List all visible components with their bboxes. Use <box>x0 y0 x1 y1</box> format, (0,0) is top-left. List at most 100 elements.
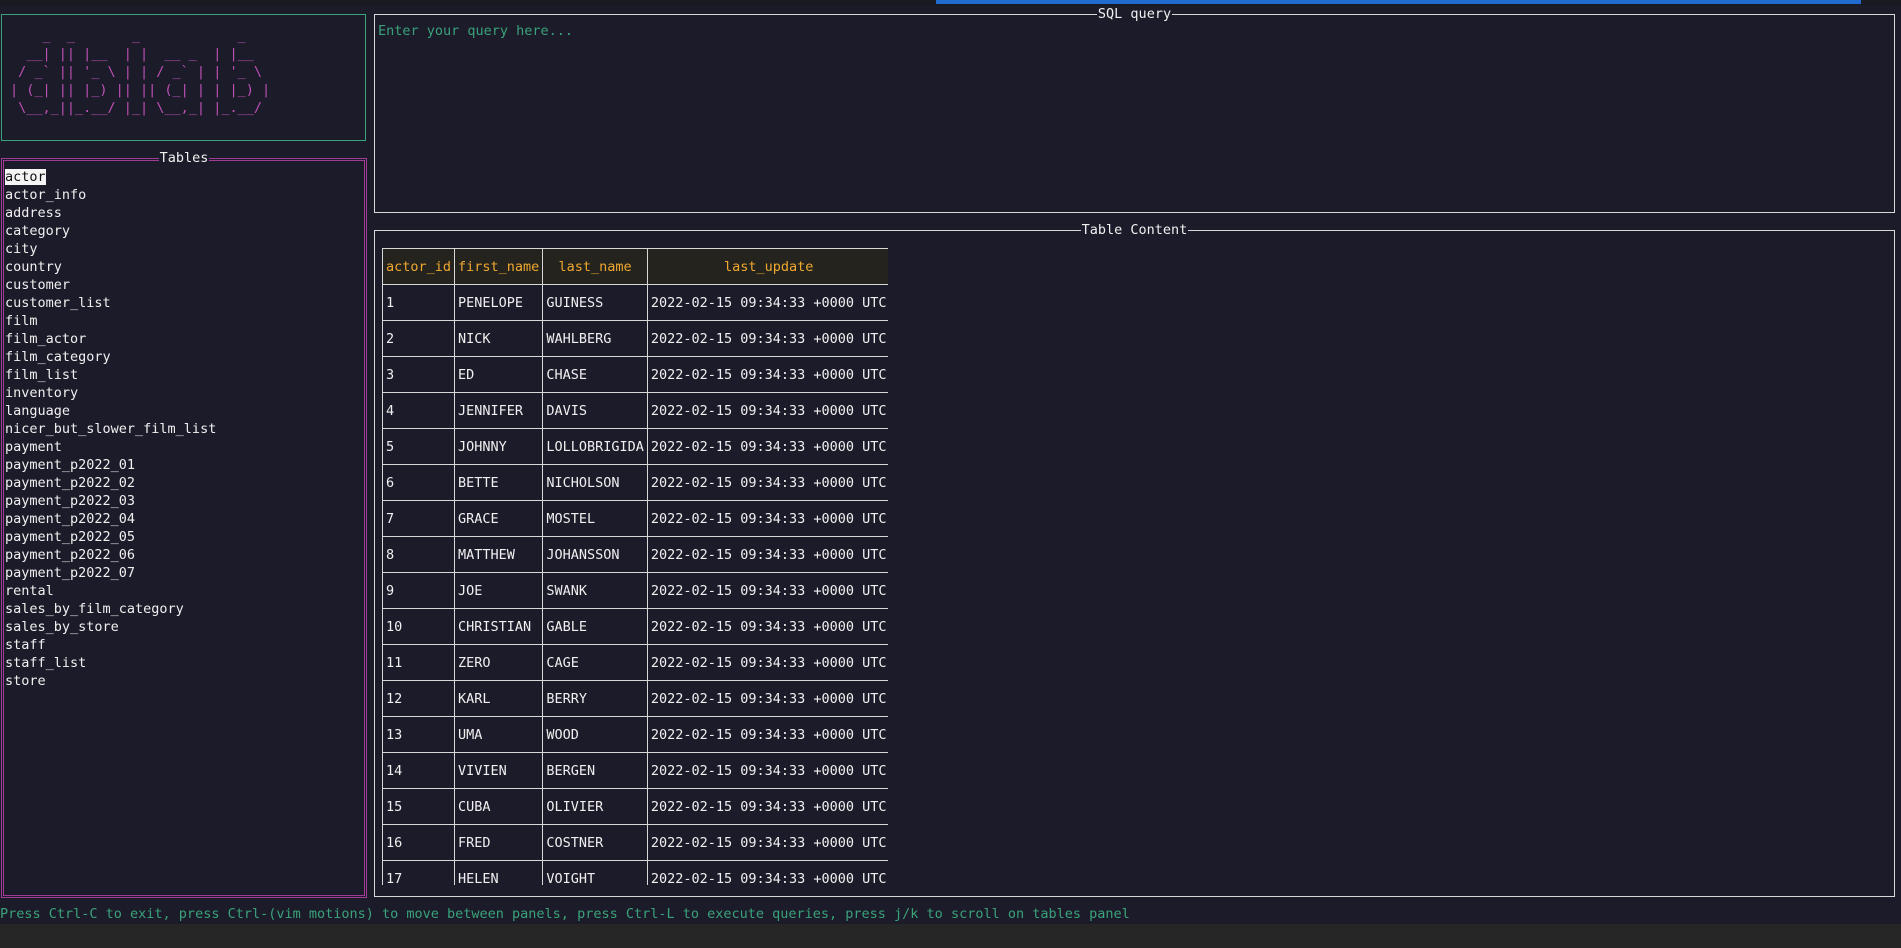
table-cell: 2022-02-15 09:34:33 +0000 UTC <box>646 644 888 681</box>
tables-panel[interactable]: Tables actor actor_info address category cit… <box>1 150 367 898</box>
table-list-item[interactable]: category <box>4 222 216 240</box>
table-cell: 3 <box>382 356 456 393</box>
table-cell: PENELOPE <box>454 284 544 321</box>
table-cell: WAHLBERG <box>542 320 648 357</box>
table-cell: 7 <box>382 500 456 537</box>
table-cell: GABLE <box>542 608 648 645</box>
table-row[interactable]: 12 KARL BERRY 2022-02-15 09:34:33 +0000 UTC <box>382 680 888 717</box>
table-row[interactable]: 4 JENNIFER DAVIS 2022-02-15 09:34:33 +0000 … <box>382 392 888 429</box>
table-cell: 11 <box>382 644 456 681</box>
table-cell: VOIGHT <box>542 860 648 885</box>
table-list-item[interactable]: sales_by_film_category <box>4 600 216 618</box>
results-table: actor_id first_name last_name last_update 1… <box>382 248 888 885</box>
table-row[interactable]: 10 CHRISTIAN GABLE 2022-02-15 09:34:33 +000… <box>382 608 888 645</box>
table-cell: BERGEN <box>542 752 648 789</box>
table-cell: 2022-02-15 09:34:33 +0000 UTC <box>646 608 888 645</box>
table-cell: 2022-02-15 09:34:33 +0000 UTC <box>646 356 888 393</box>
table-list-item[interactable]: payment_p2022_03 <box>4 492 216 510</box>
table-list-item[interactable]: customer_list <box>4 294 216 312</box>
table-cell: 2022-02-15 09:34:33 +0000 UTC <box>646 716 888 753</box>
table-cell: 2022-02-15 09:34:33 +0000 UTC <box>646 680 888 717</box>
table-list-item-label: sales_by_film_category <box>5 601 184 617</box>
table-list-item[interactable]: sales_by_store <box>4 618 216 636</box>
table-list-item[interactable]: inventory <box>4 384 216 402</box>
table-row[interactable]: 8 MATTHEW JOHANSSON 2022-02-15 09:34:33 +00… <box>382 536 888 573</box>
table-cell: 2022-02-15 09:34:33 +0000 UTC <box>646 752 888 789</box>
table-row[interactable]: 16 FRED COSTNER 2022-02-15 09:34:33 +0000 U… <box>382 824 888 861</box>
table-cell: GUINESS <box>542 284 648 321</box>
table-list-item[interactable]: store <box>4 672 216 690</box>
table-content-panel[interactable]: Table Content actor_id first_name last_nam… <box>374 222 1895 897</box>
table-cell: CHRISTIAN <box>454 608 544 645</box>
table-cell: 2022-02-15 09:34:33 +0000 UTC <box>646 284 888 321</box>
table-row[interactable]: 7 GRACE MOSTEL 2022-02-15 09:34:33 +0000 UT… <box>382 500 888 537</box>
table-row[interactable]: 9 JOE SWANK 2022-02-15 09:34:33 +0000 UTC <box>382 572 888 609</box>
table-list-item-label: address <box>5 205 62 221</box>
table-list-item[interactable]: payment_p2022_02 <box>4 474 216 492</box>
table-cell: 2022-02-15 09:34:33 +0000 UTC <box>646 824 888 861</box>
column-header-last-update: last_update <box>646 248 888 285</box>
table-list-item[interactable]: nicer_but_slower_film_list <box>4 420 216 438</box>
table-cell: 2022-02-15 09:34:33 +0000 UTC <box>646 464 888 501</box>
table-row[interactable]: 6 BETTE NICHOLSON 2022-02-15 09:34:33 +0000… <box>382 464 888 501</box>
sql-query-input[interactable] <box>378 23 1878 39</box>
table-list-item[interactable]: customer <box>4 276 216 294</box>
table-cell: CUBA <box>454 788 544 825</box>
table-list-item[interactable]: language <box>4 402 216 420</box>
table-cell: VIVIEN <box>454 752 544 789</box>
table-row[interactable]: 5 JOHNNY LOLLOBRIGIDA 2022-02-15 09:34:33 +… <box>382 428 888 465</box>
table-cell: GRACE <box>454 500 544 537</box>
column-header-last-name: last_name <box>542 248 648 285</box>
table-list-item[interactable]: payment <box>4 438 216 456</box>
sql-panel-title: SQL query <box>375 5 1894 23</box>
table-row[interactable]: 2 NICK WAHLBERG 2022-02-15 09:34:33 +0000 U… <box>382 320 888 357</box>
table-list-item[interactable]: actor_info <box>4 186 216 204</box>
table-list-item[interactable]: film_actor <box>4 330 216 348</box>
table-list-item[interactable]: film_category <box>4 348 216 366</box>
sql-query-panel[interactable]: SQL query <box>374 6 1895 213</box>
table-list-item-label: film <box>5 313 38 329</box>
table-cell: 1 <box>382 284 456 321</box>
table-list-item[interactable]: payment_p2022_01 <box>4 456 216 474</box>
column-header-first-name: first_name <box>454 248 544 285</box>
table-list-item[interactable]: payment_p2022_05 <box>4 528 216 546</box>
table-list-item[interactable]: payment_p2022_06 <box>4 546 216 564</box>
column-header-actor-id: actor_id <box>382 248 456 285</box>
table-row[interactable]: 13 UMA WOOD 2022-02-15 09:34:33 +0000 UTC <box>382 716 888 753</box>
table-list[interactable]: actor actor_info address category city countr… <box>4 168 216 690</box>
table-list-item[interactable]: country <box>4 258 216 276</box>
table-list-item[interactable]: actor <box>4 168 216 186</box>
table-cell: 2022-02-15 09:34:33 +0000 UTC <box>646 860 888 885</box>
table-list-item[interactable]: rental <box>4 582 216 600</box>
table-row[interactable]: 17 HELEN VOIGHT 2022-02-15 09:34:33 +0000 U… <box>382 860 888 885</box>
results-scroll-area[interactable]: actor_id first_name last_name last_update 1… <box>382 248 888 885</box>
table-list-item[interactable]: city <box>4 240 216 258</box>
table-cell: BERRY <box>542 680 648 717</box>
table-cell: MATTHEW <box>454 536 544 573</box>
table-list-item[interactable]: payment_p2022_07 <box>4 564 216 582</box>
table-cell: 12 <box>382 680 456 717</box>
table-cell: KARL <box>454 680 544 717</box>
table-cell: 15 <box>382 788 456 825</box>
table-list-item-label: actor <box>5 169 46 185</box>
table-row[interactable]: 15 CUBA OLIVIER 2022-02-15 09:34:33 +0000 U… <box>382 788 888 825</box>
table-list-item[interactable]: film <box>4 312 216 330</box>
table-list-item[interactable]: film_list <box>4 366 216 384</box>
tables-panel-title-text: Tables <box>158 150 210 166</box>
table-cell: ED <box>454 356 544 393</box>
table-list-item[interactable]: staff_list <box>4 654 216 672</box>
table-cell: UMA <box>454 716 544 753</box>
table-list-item[interactable]: address <box>4 204 216 222</box>
table-row[interactable]: 11 ZERO CAGE 2022-02-15 09:34:33 +0000 UTC <box>382 644 888 681</box>
table-list-item-label: customer_list <box>5 295 111 311</box>
table-row[interactable]: 3 ED CHASE 2022-02-15 09:34:33 +0000 UTC <box>382 356 888 393</box>
table-cell: 4 <box>382 392 456 429</box>
table-cell: NICHOLSON <box>542 464 648 501</box>
table-cell: 2022-02-15 09:34:33 +0000 UTC <box>646 320 888 357</box>
table-list-item[interactable]: staff <box>4 636 216 654</box>
table-row[interactable]: 14 VIVIEN BERGEN 2022-02-15 09:34:33 +0000 … <box>382 752 888 789</box>
table-list-item-label: staff <box>5 637 46 653</box>
table-list-item[interactable]: payment_p2022_04 <box>4 510 216 528</box>
table-row[interactable]: 1 PENELOPE GUINESS 2022-02-15 09:34:33 +000… <box>382 284 888 321</box>
table-list-item-label: store <box>5 673 46 689</box>
